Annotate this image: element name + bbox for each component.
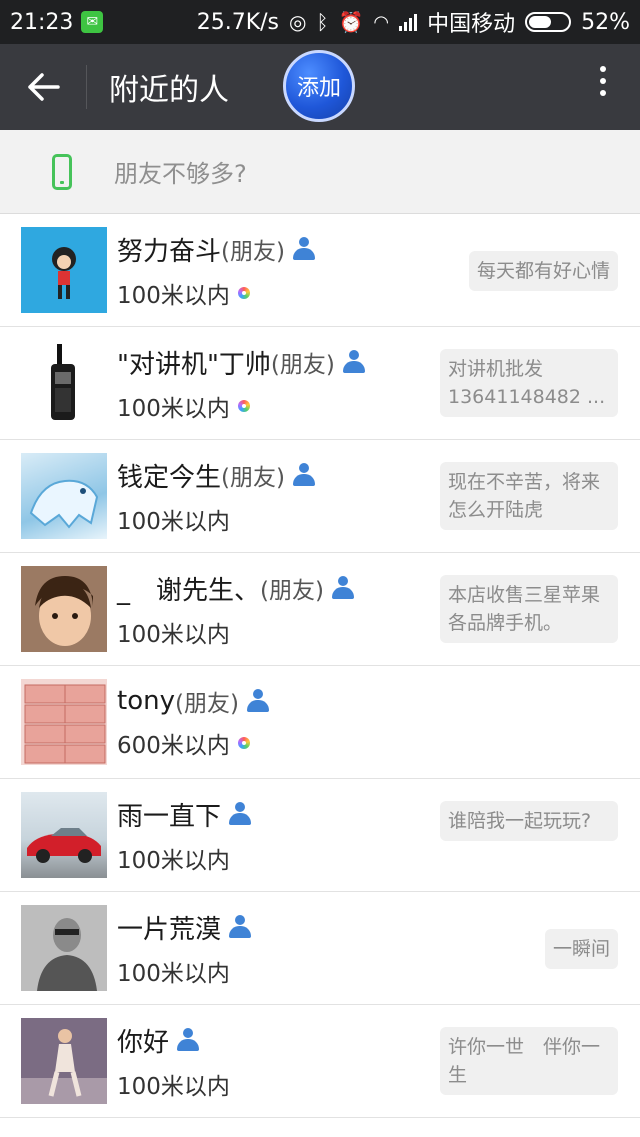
friend-tag: (朋友) [221, 239, 285, 265]
friend-tag: (朋友) [174, 691, 239, 717]
battery-percent: 52% [581, 9, 630, 35]
distance: 100米以内 [117, 395, 230, 422]
person-name: "对讲机"丁帅 [117, 349, 271, 380]
list-item[interactable]: 钱定今生 (朋友) 100米以内 现在不辛苦，将来怎么开陆虎 [0, 440, 640, 553]
signature: 对讲机批发13641148482 ... [440, 349, 618, 417]
friend-person-icon [330, 576, 356, 600]
signature: 每天都有好心情 [468, 251, 618, 291]
banner-text: 朋友不够多? [114, 160, 247, 188]
signature: 许你一世 伴你一生 [440, 1027, 618, 1095]
distance: 100米以内 [117, 621, 230, 648]
bluetooth-icon: ᛒ [316, 10, 329, 34]
signature: 本店收售三星苹果各品牌手机。 [440, 575, 618, 643]
friend-person-icon [175, 1028, 201, 1052]
carrier-name: 中国移动 [427, 12, 516, 37]
friend-person-icon [227, 915, 253, 939]
list-item[interactable]: "对讲机"丁帅 (朋友) 100米以内 对讲机批发13641148482 ... [0, 327, 640, 440]
signature: 一瞬间 [544, 929, 618, 969]
moments-dot-icon [237, 399, 250, 412]
status-time: 21:23 [10, 9, 74, 35]
person-name: 钱定今生 [117, 462, 222, 493]
person-name: 雨一直下 [117, 801, 222, 832]
person-name: _ 谢先生、 [117, 575, 261, 606]
friend-person-icon [341, 350, 367, 374]
person-name: 你好 [117, 1027, 170, 1058]
signal-icon [399, 13, 418, 31]
battery-icon [525, 12, 572, 32]
wechat-notification-icon: ✉ [81, 11, 104, 33]
list-item[interactable]: 雨一直下 100米以内 谁陪我一起玩玩? [0, 779, 640, 892]
avatar [21, 566, 107, 652]
distance: 100米以内 [117, 1073, 230, 1100]
avatar [21, 679, 107, 765]
signature: 谁陪我一起玩玩? [440, 801, 618, 841]
page-title: 附近的人 [109, 73, 229, 108]
person-name: 一片荒漠 [117, 914, 222, 945]
friend-person-icon [291, 463, 317, 487]
moments-dot-icon [237, 737, 250, 749]
status-bar: 21:23 ✉ 25.7K/s ◎ ᛒ ⏰ ◠ 中国移动 52% [0, 0, 640, 44]
distance: 100米以内 [117, 847, 230, 874]
add-button[interactable]: 添加 [283, 50, 355, 122]
friend-tag: (朋友) [221, 465, 285, 491]
alarm-icon: ⏰ [338, 10, 364, 34]
list-item[interactable]: tony (朋友) 600米以内 [0, 666, 640, 779]
app-bar: 附近的人 添加 [0, 44, 640, 130]
list-item[interactable]: 努力奋斗 (朋友) 100米以内 每天都有好心情 [0, 214, 640, 327]
person-name: 努力奋斗 [117, 236, 222, 267]
distance: 100米以内 [117, 960, 230, 987]
moments-dot-icon [237, 286, 250, 299]
appbar-divider [86, 65, 87, 109]
friend-person-icon [227, 802, 253, 826]
phone-icon [52, 153, 72, 190]
avatar [21, 227, 107, 313]
signature: 现在不辛苦，将来怎么开陆虎 [440, 462, 618, 530]
list-item[interactable]: 一片荒漠 100米以内 一瞬间 [0, 892, 640, 1005]
back-arrow-icon[interactable] [0, 44, 86, 130]
friend-person-icon [245, 689, 271, 713]
distance: 600米以内 [117, 733, 230, 759]
distance: 100米以内 [117, 508, 230, 535]
nearby-people-list: 努力奋斗 (朋友) 100米以内 每天都有好心情 "对讲机"丁帅 (朋友) 100米… [0, 214, 640, 1118]
friend-tag: (朋友) [260, 578, 324, 604]
avatar [21, 340, 107, 426]
avatar [21, 905, 107, 991]
list-item[interactable]: _ 谢先生、 (朋友) 100米以内 本店收售三星苹果各品牌手机。 [0, 553, 640, 666]
distance: 100米以内 [117, 282, 230, 309]
hotspot-icon: ◎ [289, 10, 307, 34]
friend-tag: (朋友) [270, 352, 335, 378]
list-item[interactable]: 你好 100米以内 许你一世 伴你一生 [0, 1005, 640, 1118]
friend-person-icon [291, 237, 317, 261]
net-speed: 25.7K/s [196, 9, 279, 35]
avatar [21, 792, 107, 878]
avatar [21, 453, 107, 539]
person-name: tony [117, 686, 175, 716]
find-more-friends-banner[interactable]: 朋友不够多? [0, 130, 640, 214]
more-vertical-icon[interactable] [598, 66, 608, 96]
wifi-icon: ◠ [373, 11, 390, 33]
avatar [21, 1018, 107, 1104]
